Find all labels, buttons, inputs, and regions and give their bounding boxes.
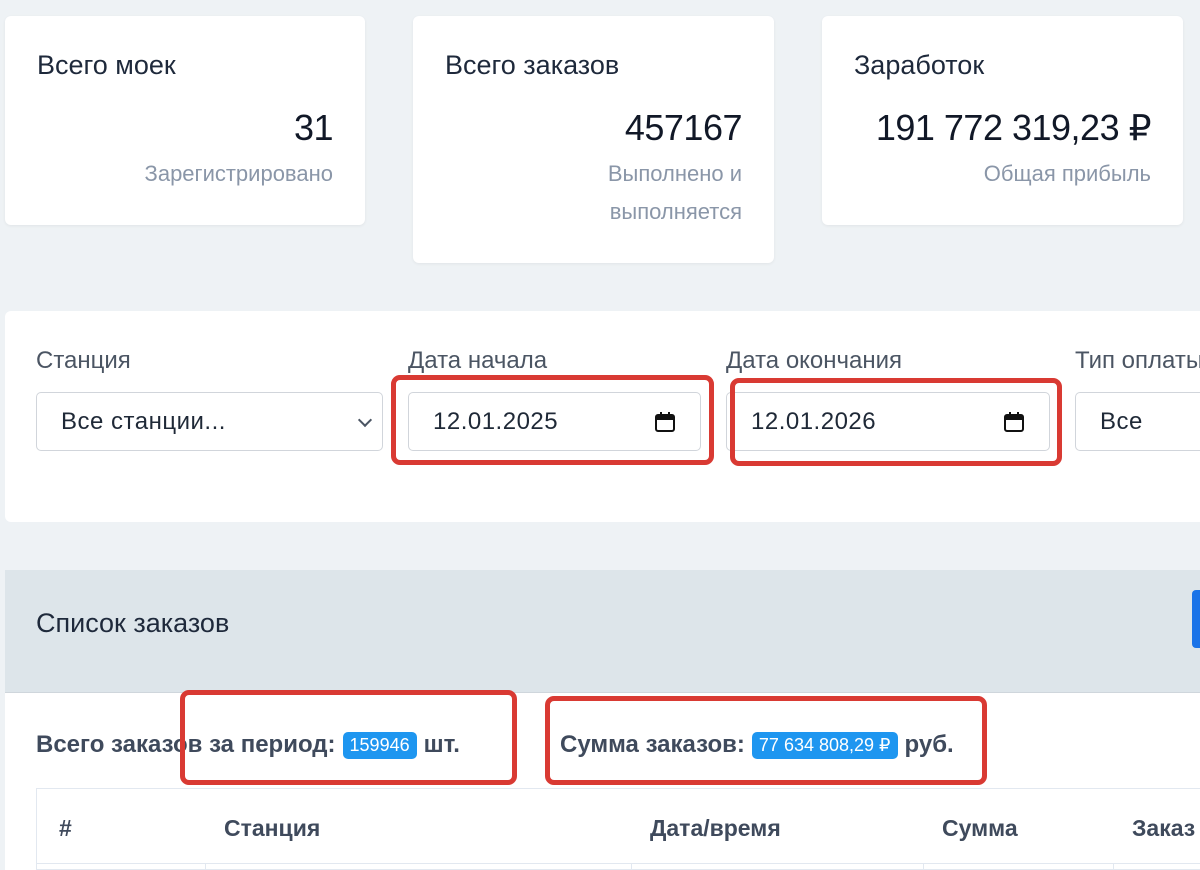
start-date-input[interactable]: 12.01.2025 <box>408 392 701 451</box>
stat-caption-line: выполняется <box>609 199 742 224</box>
column-header-number[interactable]: # <box>59 815 72 842</box>
orders-total-summary: Всего заказов за период: 159946 шт. <box>36 731 460 759</box>
stat-value: 191 772 319,23 ₽ <box>875 107 1152 148</box>
stat-value: 31 <box>293 107 334 148</box>
stat-value: 457167 <box>624 107 743 148</box>
table-row-divider <box>36 863 1200 864</box>
payment-type-label: Тип оплаты <box>1075 347 1200 374</box>
orders-sum-badge: 77 634 808,29 ₽ <box>751 731 898 759</box>
stat-card-orders: Всего заказов 457167 Выполнено и выполня… <box>413 16 774 263</box>
stat-caption-line: Выполнено и <box>607 161 742 186</box>
column-header-datetime[interactable]: Дата/время <box>650 815 781 842</box>
orders-body: Всего заказов за период: 159946 шт. Сумм… <box>5 693 1200 870</box>
payment-type-value: Все <box>1100 407 1143 435</box>
export-button[interactable] <box>1192 590 1200 648</box>
column-divider <box>205 864 206 870</box>
filters-panel: Станция Все станции... Дата начала 12.01… <box>5 311 1200 522</box>
orders-sum-label: Сумма заказов: <box>560 731 745 758</box>
orders-table-header: # Станция Дата/время Сумма Заказ <box>36 788 1200 870</box>
orders-title: Список заказов <box>36 608 230 638</box>
column-header-sum[interactable]: Сумма <box>942 815 1018 842</box>
start-date-label: Дата начала <box>408 347 548 374</box>
column-header-station[interactable]: Станция <box>224 815 320 842</box>
orders-total-label: Всего заказов за период: <box>36 731 336 758</box>
calendar-icon[interactable] <box>1003 411 1025 433</box>
column-header-order[interactable]: Заказ <box>1132 815 1195 842</box>
orders-sum-summary: Сумма заказов: 77 634 808,29 ₽ руб. <box>560 731 954 759</box>
station-label: Станция <box>36 347 131 374</box>
orders-total-badge: 159946 <box>342 731 417 759</box>
end-date-input[interactable]: 12.01.2026 <box>726 392 1050 451</box>
stat-card-washes: Всего моек 31 Зарегистрировано <box>5 16 365 225</box>
stat-caption: Выполнено и выполняется <box>445 155 742 231</box>
orders-sum-unit: руб. <box>904 731 954 758</box>
orders-header: Список заказов <box>5 570 1200 693</box>
stat-card-income: Заработок 191 772 319,23 ₽ Общая прибыль <box>822 16 1183 225</box>
end-date-value: 12.01.2026 <box>751 407 877 435</box>
stat-caption: Зарегистрировано <box>144 161 333 186</box>
column-divider <box>1113 864 1114 870</box>
end-date-label: Дата окончания <box>726 347 903 374</box>
column-divider <box>923 864 924 870</box>
column-divider <box>631 864 632 870</box>
station-select-value: Все станции... <box>61 407 226 435</box>
chevron-down-icon <box>357 412 373 427</box>
payment-type-select[interactable]: Все <box>1075 392 1200 451</box>
start-date-value: 12.01.2025 <box>433 407 559 435</box>
stat-title: Всего моек <box>37 50 176 80</box>
station-select[interactable]: Все станции... <box>36 392 383 451</box>
stat-title: Заработок <box>854 50 985 80</box>
stat-caption: Общая прибыль <box>983 161 1151 186</box>
orders-total-unit: шт. <box>423 731 460 758</box>
stat-title: Всего заказов <box>445 50 620 80</box>
calendar-icon[interactable] <box>654 411 676 433</box>
